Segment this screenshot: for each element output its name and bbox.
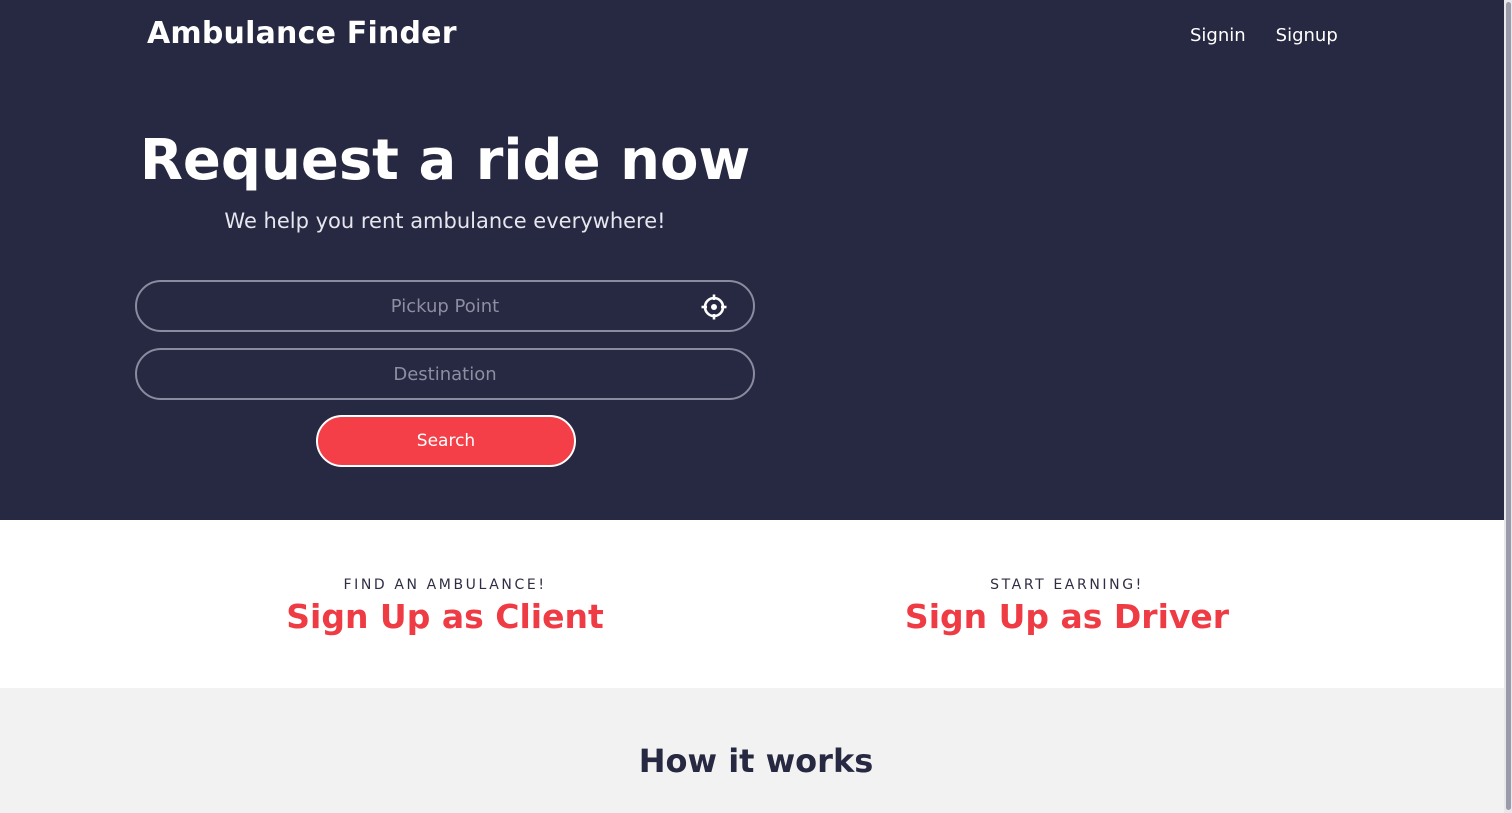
pickup-input[interactable] <box>137 282 753 330</box>
how-it-works-title: How it works <box>638 742 874 780</box>
destination-input[interactable] <box>137 350 753 398</box>
nav-signin-link[interactable]: Signin <box>1190 22 1246 52</box>
client-kicker: FIND AN AMBULANCE! <box>343 577 547 593</box>
brand-logo[interactable]: Ambulance Finder <box>147 14 457 54</box>
signup-section: FIND AN AMBULANCE! Sign Up as Client STA… <box>0 520 1512 688</box>
driver-kicker: START EARNING! <box>990 577 1144 593</box>
search-button[interactable]: Search <box>316 415 576 467</box>
client-signup-block: FIND AN AMBULANCE! Sign Up as Client <box>195 576 695 638</box>
nav-signup-link[interactable]: Signup <box>1276 22 1338 52</box>
signup-client-link[interactable]: Sign Up as Client <box>195 596 695 638</box>
page: Ambulance Finder Signin Signup Request a… <box>0 0 1512 813</box>
driver-signup-block: START EARNING! Sign Up as Driver <box>817 576 1317 638</box>
top-nav: Signin Signup <box>1190 22 1338 52</box>
pickup-field <box>135 280 755 332</box>
how-it-works-section: How it works <box>0 688 1512 813</box>
hero-title: Request a ride now <box>139 128 751 193</box>
scrollbar-thumb[interactable] <box>1506 2 1511 810</box>
hero-section: Ambulance Finder Signin Signup Request a… <box>0 0 1512 520</box>
hero-subtitle: We help you rent ambulance everywhere! <box>224 209 666 233</box>
crosshair-locate-icon[interactable] <box>701 294 727 320</box>
signup-driver-link[interactable]: Sign Up as Driver <box>817 596 1317 638</box>
destination-field <box>135 348 755 400</box>
page-scrollbar[interactable] <box>1504 0 1512 813</box>
